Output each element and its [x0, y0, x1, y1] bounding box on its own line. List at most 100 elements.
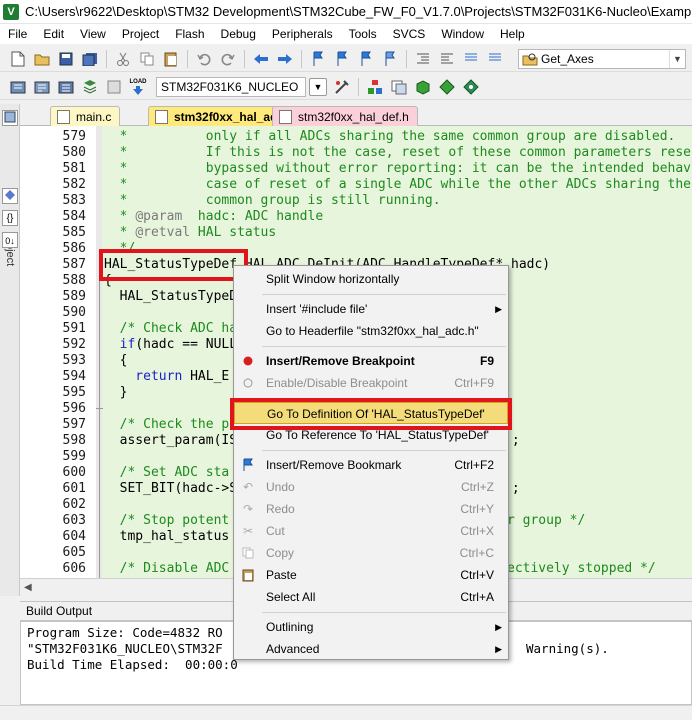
menu-copy[interactable]: Copy Ctrl+C: [234, 542, 508, 564]
code-text: /* Set ADC sta: [104, 465, 230, 480]
menu-insert-include[interactable]: Insert '#include file' ▶: [234, 298, 508, 320]
uncomment-icon[interactable]: [486, 50, 504, 68]
line-number: 593: [62, 353, 86, 368]
menu-cut[interactable]: ✂ Cut Ctrl+X: [234, 520, 508, 542]
undo-icon[interactable]: [195, 50, 213, 68]
line-number: 599: [62, 449, 86, 464]
nav-back-icon[interactable]: [252, 50, 270, 68]
menu-peripherals[interactable]: Peripherals: [264, 24, 341, 44]
code-line[interactable]: 584 * @param hadc: ADC handle: [20, 209, 692, 225]
build-output-line: Program Size: Code=4832 RO: [27, 625, 223, 640]
menu-goto-headerfile[interactable]: Go to Headerfile "stm32f0xx_hal_adc.h": [234, 320, 508, 342]
redo-icon[interactable]: [219, 50, 237, 68]
code-text: return HAL_E: [104, 369, 230, 384]
toolbar-separator: [244, 49, 245, 68]
prev-bookmark-icon[interactable]: [333, 50, 351, 68]
rebuild-icon[interactable]: [57, 78, 75, 96]
scroll-left-icon[interactable]: ◀: [24, 582, 32, 593]
bookmark-icon[interactable]: [309, 50, 327, 68]
comment-icon[interactable]: [462, 50, 480, 68]
multi-project-icon[interactable]: [390, 78, 408, 96]
menu-select-all[interactable]: Select All Ctrl+A: [234, 586, 508, 608]
code-line[interactable]: 580 * If this is not the case, reset of …: [20, 145, 692, 161]
nav-forward-icon[interactable]: [276, 50, 294, 68]
menu-paste[interactable]: Paste Ctrl+V: [234, 564, 508, 586]
code-line[interactable]: 579 * only if all ADCs sharing the same …: [20, 129, 692, 145]
tab-label: stm32f0xx_hal_def.h: [298, 109, 409, 124]
books-icon[interactable]: [2, 188, 18, 204]
unindent-icon[interactable]: [438, 50, 456, 68]
paste-icon[interactable]: [162, 50, 180, 68]
menu-advanced[interactable]: Advanced ▶: [234, 638, 508, 660]
stop-build-icon[interactable]: [105, 78, 123, 96]
breakpoint-icon: [241, 354, 255, 368]
menu-flash[interactable]: Flash: [167, 24, 212, 44]
cut-icon[interactable]: [114, 50, 132, 68]
code-line[interactable]: 583 * common group is still running.: [20, 193, 692, 209]
menu-redo[interactable]: ↷ Redo Ctrl+Y: [234, 498, 508, 520]
line-number: 579: [62, 129, 86, 144]
code-line[interactable]: 585 * @retval HAL status: [20, 225, 692, 241]
pack-installer-icon[interactable]: [414, 78, 432, 96]
menu-undo[interactable]: ↶ Undo Ctrl+Z: [234, 476, 508, 498]
functions-icon[interactable]: {}: [2, 210, 18, 226]
target-dropdown-icon[interactable]: ▼: [309, 77, 327, 96]
code-text: if(hadc == NULL: [104, 337, 238, 352]
next-bookmark-icon[interactable]: [357, 50, 375, 68]
code-text-tail: ectively stopped */: [507, 561, 656, 576]
line-number: 594: [62, 369, 86, 384]
menu-svcs[interactable]: SVCS: [385, 24, 434, 44]
toolbar-separator: [187, 49, 188, 68]
compile-icon[interactable]: [9, 78, 27, 96]
code-text: * only if all ADCs sharing the same comm…: [104, 129, 676, 144]
line-number: 590: [62, 305, 86, 320]
download-load-icon[interactable]: LOAD: [129, 78, 147, 96]
menu-help[interactable]: Help: [492, 24, 533, 44]
indent-icon[interactable]: [414, 50, 432, 68]
tab-stm32f0xx-hal-def-h[interactable]: stm32f0xx_hal_def.h: [272, 106, 418, 126]
save-icon[interactable]: [57, 50, 75, 68]
line-number: 586: [62, 241, 86, 256]
menu-outlining[interactable]: Outlining ▶: [234, 616, 508, 638]
menu-view[interactable]: View: [72, 24, 114, 44]
batch-build-icon[interactable]: [81, 78, 99, 96]
save-all-icon[interactable]: [81, 50, 99, 68]
c-file-icon: [155, 110, 168, 124]
build-icon[interactable]: [33, 78, 51, 96]
target-select[interactable]: STM32F031K6_NUCLEO: [156, 76, 306, 97]
find-input[interactable]: Get_Axes: [519, 52, 669, 66]
manage-project-icon[interactable]: [366, 78, 384, 96]
clear-bookmarks-icon[interactable]: [381, 50, 399, 68]
open-folder-icon[interactable]: [33, 50, 51, 68]
menu-edit[interactable]: Edit: [35, 24, 72, 44]
chevron-down-icon[interactable]: ▼: [669, 50, 685, 68]
project-window-icon[interactable]: [2, 110, 18, 126]
run-time-env-icon[interactable]: [462, 78, 480, 96]
menu-insert-breakpoint[interactable]: Insert/Remove Breakpoint F9: [234, 350, 508, 372]
code-text: * @param hadc: ADC handle: [104, 209, 324, 224]
tab-main-c[interactable]: main.c: [50, 106, 121, 126]
copy-icon[interactable]: [138, 50, 156, 68]
editor-context-menu: Split Window horizontally Insert '#inclu…: [233, 265, 509, 660]
menu-file[interactable]: File: [0, 24, 35, 44]
menu-debug[interactable]: Debug: [213, 24, 264, 44]
line-number: 601: [62, 481, 86, 496]
code-text: SET_BIT(hadc->S: [104, 481, 238, 496]
find-combo[interactable]: Get_Axes ▼: [518, 49, 686, 69]
code-text: {: [104, 353, 128, 368]
code-line[interactable]: 581 * bypassed without error reporting: …: [20, 161, 692, 177]
code-line[interactable]: 582 * case of reset of a single ADC whil…: [20, 177, 692, 193]
menu-tools[interactable]: Tools: [341, 24, 385, 44]
menu-enable-breakpoint[interactable]: Enable/Disable Breakpoint Ctrl+F9: [234, 372, 508, 394]
menu-window[interactable]: Window: [433, 24, 492, 44]
menu-insert-bookmark[interactable]: Insert/Remove Bookmark Ctrl+F2: [234, 454, 508, 476]
bookmark-flag-icon: [241, 458, 255, 472]
select-packs-icon[interactable]: [438, 78, 456, 96]
menu-split-window[interactable]: Split Window horizontally: [234, 268, 508, 290]
disabled-breakpoint-icon: [241, 376, 255, 390]
menu-project[interactable]: Project: [114, 24, 167, 44]
new-file-icon[interactable]: [9, 50, 27, 68]
c-file-icon: [57, 109, 70, 124]
target-options-icon[interactable]: [333, 78, 351, 96]
templates-icon[interactable]: 0↓: [2, 232, 18, 248]
